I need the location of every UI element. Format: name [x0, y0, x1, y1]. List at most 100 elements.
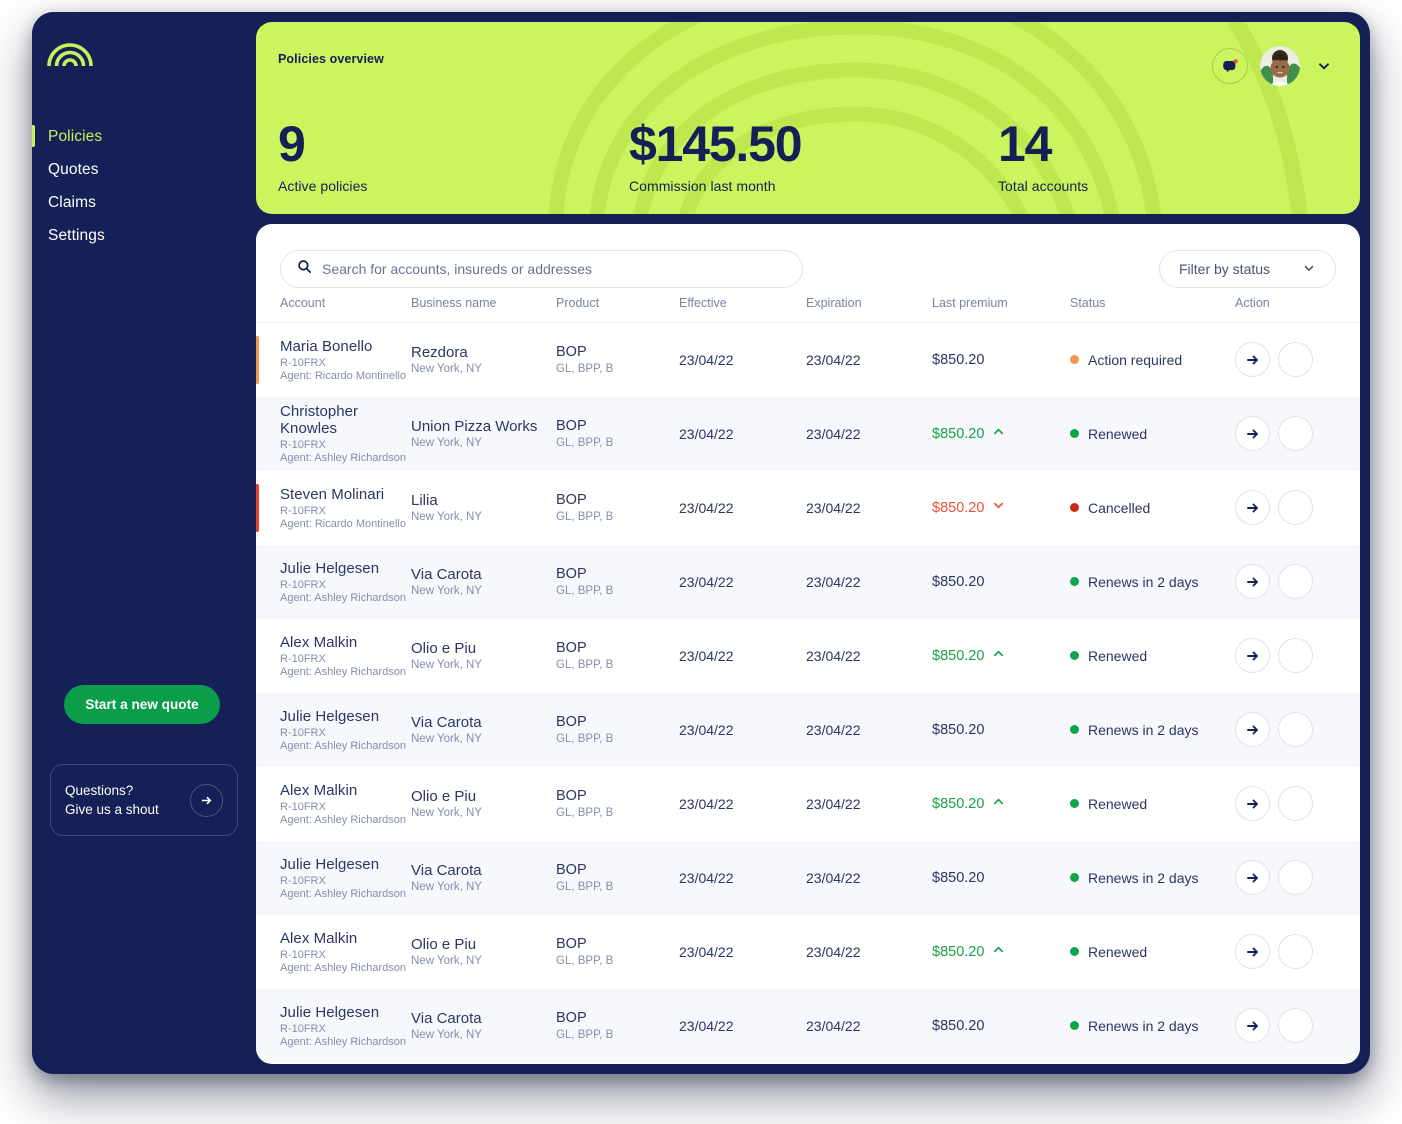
table-body: Maria Bonello R-10FRX Agent: Ricardo Mon…	[256, 323, 1360, 1063]
cell-product: BOP GL, BPP, B	[556, 988, 679, 1063]
avatar[interactable]	[1260, 46, 1300, 86]
table-row[interactable]: Julie Helgesen R-10FRX Agent: Ashley Ric…	[256, 544, 1360, 619]
sidebar-item-settings[interactable]: Settings	[32, 219, 256, 252]
cell-last-premium: $850.20	[932, 619, 1070, 693]
arrow-right-icon[interactable]	[1235, 490, 1270, 525]
table-row[interactable]: Julie Helgesen R-10FRX Agent: Ashley Ric…	[256, 692, 1360, 767]
table-row[interactable]: Steven Molinari R-10FRX Agent: Ricardo M…	[256, 471, 1360, 545]
business-location: New York, NY	[411, 733, 482, 745]
cell-business-name: Olio e Piu New York, NY	[411, 767, 556, 841]
cell-last-premium: $850.20	[932, 840, 1070, 915]
caret-up-icon	[992, 943, 1005, 960]
product-name: BOP	[556, 492, 587, 508]
business-name: Olio e Piu	[411, 640, 477, 657]
more-vertical-icon[interactable]	[1278, 416, 1313, 451]
cell-business-name: Olio e Piu New York, NY	[411, 619, 556, 693]
arrow-right-icon[interactable]	[1235, 638, 1270, 673]
cell-status: Renews in 2 days	[1070, 544, 1235, 619]
policies-overview-header: Policies overview 9 Active policies $145…	[256, 22, 1360, 214]
cell-account: Steven Molinari R-10FRX Agent: Ricardo M…	[256, 471, 411, 545]
arrow-right-icon[interactable]	[1235, 564, 1270, 599]
cell-business-name: Rezdora New York, NY	[411, 323, 556, 397]
search-box[interactable]	[280, 250, 803, 288]
status-badge: Renews in 2 days	[1070, 1018, 1235, 1034]
status-badge: Renewed	[1070, 648, 1235, 664]
search-input[interactable]	[322, 261, 786, 277]
more-vertical-icon[interactable]	[1278, 860, 1313, 895]
row-actions	[1235, 934, 1360, 969]
status-dot-icon	[1070, 1021, 1079, 1030]
account-id: R-10FRX	[280, 800, 326, 813]
business-name: Olio e Piu	[411, 788, 477, 805]
product-coverages: GL, BPP, B	[556, 585, 614, 597]
arrow-right-icon[interactable]	[1235, 342, 1270, 378]
cell-expiration: 23/04/22	[806, 840, 932, 915]
cell-action	[1235, 619, 1360, 693]
start-new-quote-button[interactable]: Start a new quote	[64, 685, 220, 724]
help-card-text: Questions? Give us a shout	[65, 781, 190, 819]
product-coverages: GL, BPP, B	[556, 733, 614, 745]
sidebar-item-claims[interactable]: Claims	[32, 186, 256, 219]
business-location: New York, NY	[411, 659, 482, 671]
stat-value: 14	[998, 116, 1052, 172]
table-row[interactable]: Julie Helgesen R-10FRX Agent: Ashley Ric…	[256, 988, 1360, 1063]
status-badge: Renewed	[1070, 426, 1235, 442]
rainbow-arch-logo-icon	[45, 28, 99, 68]
status-label: Renews in 2 days	[1088, 1017, 1199, 1034]
status-badge: Action required	[1070, 352, 1235, 368]
account-name: Julie Helgesen	[280, 855, 380, 873]
account-id: R-10FRX	[280, 439, 326, 451]
cell-last-premium: $850.20	[932, 915, 1070, 989]
arrow-right-icon[interactable]	[1235, 1008, 1270, 1043]
status-dot-icon	[1070, 873, 1079, 882]
arrow-right-icon[interactable]	[1235, 416, 1270, 451]
cell-effective: 23/04/22	[679, 351, 734, 368]
cell-status: Action required	[1070, 323, 1235, 397]
status-badge: Renews in 2 days	[1070, 870, 1235, 886]
premium-value: $850.20	[932, 499, 1070, 516]
more-vertical-icon[interactable]	[1278, 786, 1313, 821]
table-row[interactable]: Alex Malkin R-10FRX Agent: Ashley Richar…	[256, 619, 1360, 693]
cell-effective: 23/04/22	[679, 943, 734, 960]
more-vertical-icon[interactable]	[1278, 1008, 1313, 1043]
row-actions	[1235, 490, 1360, 525]
cell-expiration: 23/04/22	[806, 396, 932, 471]
arrow-right-icon[interactable]	[1235, 934, 1270, 969]
table-row[interactable]: Alex Malkin R-10FRX Agent: Ashley Richar…	[256, 767, 1360, 841]
status-label: Renewed	[1088, 943, 1148, 960]
table-row[interactable]: Julie Helgesen R-10FRX Agent: Ashley Ric…	[256, 840, 1360, 915]
table-header-row: Account Business name Product Effective …	[256, 292, 1360, 323]
status-badge: Renews in 2 days	[1070, 574, 1235, 590]
more-vertical-icon[interactable]	[1278, 934, 1313, 969]
product-name: BOP	[556, 788, 587, 804]
sidebar-item-quotes[interactable]: Quotes	[32, 153, 256, 186]
chat-bubble-icon[interactable]	[1212, 48, 1248, 84]
status-dot-icon	[1070, 725, 1079, 734]
arrow-right-icon[interactable]	[1235, 860, 1270, 895]
cell-business-name: Via Carota New York, NY	[411, 544, 556, 619]
sidebar-item-policies[interactable]: Policies	[32, 120, 256, 153]
arrow-right-icon[interactable]	[190, 783, 223, 817]
more-vertical-icon[interactable]	[1278, 342, 1313, 378]
help-line-2: Give us a shout	[65, 802, 159, 817]
status-badge: Renewed	[1070, 944, 1235, 960]
more-vertical-icon[interactable]	[1278, 638, 1313, 673]
filter-by-status-select[interactable]: Filter by status	[1159, 250, 1336, 288]
sidebar-item-label: Claims	[48, 193, 96, 211]
more-vertical-icon[interactable]	[1278, 712, 1313, 747]
more-vertical-icon[interactable]	[1278, 564, 1313, 599]
arrow-right-icon[interactable]	[1235, 786, 1270, 821]
table-row[interactable]: Alex Malkin R-10FRX Agent: Ashley Richar…	[256, 915, 1360, 989]
product-name: BOP	[556, 418, 587, 434]
table-row[interactable]: Christopher Knowles R-10FRX Agent: Ashle…	[256, 396, 1360, 471]
chevron-down-icon[interactable]	[1316, 58, 1332, 79]
table-row[interactable]: Maria Bonello R-10FRX Agent: Ricardo Mon…	[256, 323, 1360, 397]
status-label: Renews in 2 days	[1088, 721, 1199, 738]
business-location: New York, NY	[411, 437, 482, 449]
more-vertical-icon[interactable]	[1278, 490, 1313, 525]
help-card[interactable]: Questions? Give us a shout	[50, 764, 238, 836]
arrow-right-icon[interactable]	[1235, 712, 1270, 747]
business-name: Rezdora	[411, 344, 468, 362]
business-location: New York, NY	[411, 1029, 482, 1041]
business-name: Via Carota	[411, 566, 482, 583]
